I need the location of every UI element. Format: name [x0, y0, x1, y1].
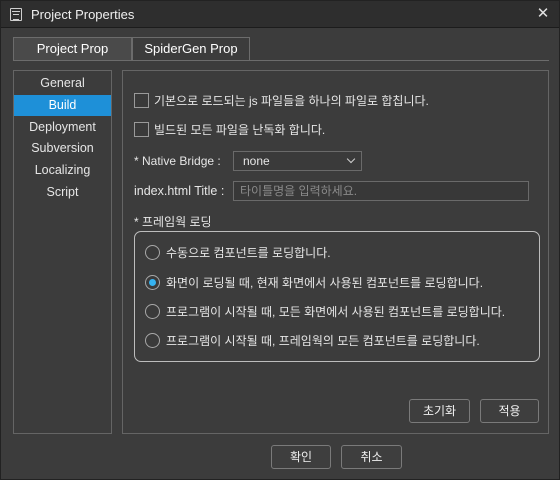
- cancel-button[interactable]: 취소: [341, 445, 402, 469]
- native-bridge-select[interactable]: none: [233, 151, 362, 171]
- merge-js-checkbox[interactable]: [134, 93, 149, 108]
- apply-button[interactable]: 적용: [480, 399, 539, 423]
- sidebar-item-build[interactable]: Build: [14, 95, 111, 116]
- index-title-label: index.html Title :: [134, 184, 225, 198]
- framework-loading-label: * 프레임웍 로딩: [134, 215, 212, 229]
- obfuscate-checkbox[interactable]: [134, 122, 149, 137]
- obfuscate-label: 빌드된 모든 파일을 난독화 합니다.: [154, 123, 326, 137]
- window-app-icon: [10, 8, 22, 21]
- merge-js-label: 기본으로 로드되는 js 파일들을 하나의 파일로 합칩니다.: [154, 94, 429, 108]
- index-title-input[interactable]: [233, 181, 529, 201]
- radio-button[interactable]: [145, 245, 160, 260]
- radio-button[interactable]: [145, 304, 160, 319]
- sidebar: General Build Deployment Subversion Loca…: [13, 70, 112, 434]
- window-title: Project Properties: [31, 7, 135, 22]
- tab-divider: [13, 60, 549, 61]
- title-bar: Project Properties ✕: [1, 1, 559, 28]
- reset-button[interactable]: 초기화: [409, 399, 470, 423]
- radio-button-checked[interactable]: [145, 275, 160, 290]
- radio-label: 화면이 로딩될 때, 현재 화면에서 사용된 컴포넌트를 로딩합니다.: [166, 276, 484, 290]
- radio-label: 프로그램이 시작될 때, 모든 화면에서 사용된 컴포넌트를 로딩합니다.: [166, 305, 506, 319]
- sidebar-item-localizing[interactable]: Localizing: [14, 160, 111, 181]
- sidebar-item-deployment[interactable]: Deployment: [14, 117, 111, 138]
- project-properties-window: Project Properties ✕ Project Prop Spider…: [0, 0, 560, 480]
- chevron-down-icon: [346, 154, 356, 164]
- radio-label: 프로그램이 시작될 때, 프레임웍의 모든 컴포넌트를 로딩합니다.: [166, 334, 480, 348]
- sidebar-item-script[interactable]: Script: [14, 182, 111, 203]
- close-icon[interactable]: ✕: [533, 5, 553, 23]
- tab-spidergen-prop[interactable]: SpiderGen Prop: [132, 37, 250, 61]
- ok-button[interactable]: 확인: [271, 445, 331, 469]
- native-bridge-label: * Native Bridge :: [134, 154, 221, 168]
- radio-label: 수동으로 컴포넌트를 로딩합니다.: [166, 246, 331, 260]
- sidebar-item-subversion[interactable]: Subversion: [14, 138, 111, 159]
- tab-project-prop[interactable]: Project Prop: [13, 37, 132, 61]
- native-bridge-value: none: [243, 154, 270, 168]
- framework-loading-group: 수동으로 컴포넌트를 로딩합니다. 화면이 로딩될 때, 현재 화면에서 사용된…: [134, 231, 540, 362]
- radio-button[interactable]: [145, 333, 160, 348]
- sidebar-item-general[interactable]: General: [14, 73, 111, 94]
